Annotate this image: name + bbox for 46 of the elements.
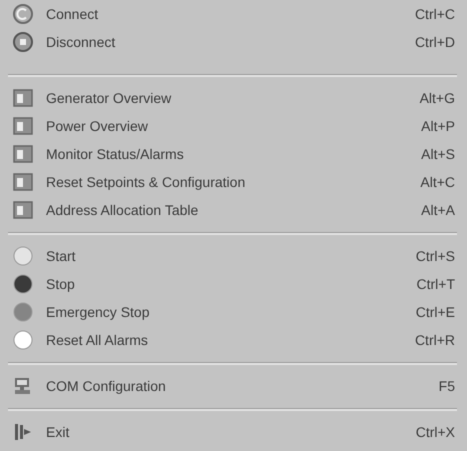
menu-item-label: Generator Overview	[46, 88, 172, 108]
shortcut-label: Alt+P	[421, 116, 455, 136]
shortcut-label: Ctrl+S	[416, 246, 455, 266]
window-icon	[12, 199, 34, 221]
menu-item[interactable]: Exit Ctrl+X	[8, 418, 457, 446]
menu-item[interactable]: Address Allocation Table Alt+A	[8, 196, 457, 224]
menu-item[interactable]: Generator Overview Alt+G	[8, 84, 457, 112]
menu-item-label: Exit	[46, 422, 70, 442]
menu-item[interactable]: Stop Ctrl+T	[8, 270, 457, 298]
connect-icon	[12, 3, 34, 25]
shortcut-label: Alt+C	[420, 172, 455, 192]
menu-item-label: Disconnect	[46, 32, 116, 52]
menu-item-label: Monitor Status/Alarms	[46, 144, 184, 164]
menu-item[interactable]: Emergency Stop Ctrl+E	[8, 298, 457, 326]
menu-item-label: Stop	[46, 274, 75, 294]
window-icon	[12, 171, 34, 193]
shortcut-label: Ctrl+X	[416, 422, 455, 442]
menu-item-label: Power Overview	[46, 116, 148, 136]
menu-item[interactable]: Start Ctrl+S	[8, 242, 457, 270]
shortcut-label: Ctrl+R	[414, 330, 455, 350]
window-icon	[12, 87, 34, 109]
menu-item[interactable]: Power Overview Alt+P	[8, 112, 457, 140]
shortcut-label: Alt+G	[420, 88, 455, 108]
menu-item-label: Connect	[46, 4, 98, 24]
menu-item[interactable]: COM Configuration F5	[8, 372, 457, 400]
menu-item-label: Reset All Alarms	[46, 330, 148, 350]
menu-item-label: COM Configuration	[46, 376, 166, 396]
menu-item-label: Reset Setpoints & Configuration	[46, 172, 246, 192]
disconnect-icon	[12, 31, 34, 53]
shortcut-label: Ctrl+C	[414, 4, 455, 24]
shortcut-label: Alt+A	[421, 200, 455, 220]
shortcut-label: Ctrl+D	[414, 32, 455, 52]
shortcut-label: Alt+S	[421, 144, 455, 164]
menu-item[interactable]: Reset All Alarms Ctrl+R	[8, 326, 457, 354]
window-icon	[12, 115, 34, 137]
menu-item[interactable]: Monitor Status/Alarms Alt+S	[8, 140, 457, 168]
window-icon	[12, 143, 34, 165]
menu-item-label: Emergency Stop	[46, 302, 150, 322]
menu-item[interactable]: Connect Ctrl+C	[8, 0, 457, 28]
shortcut-label: Ctrl+T	[416, 274, 455, 294]
menu-item-label: Start	[46, 246, 76, 266]
menu-item-label: Address Allocation Table	[46, 200, 198, 220]
shortcut-label: Ctrl+E	[416, 302, 455, 322]
menu-item[interactable]: Reset Setpoints & Configuration Alt+C	[8, 168, 457, 196]
shortcut-label: F5	[438, 376, 455, 396]
menu-item[interactable]: Disconnect Ctrl+D	[8, 28, 457, 56]
